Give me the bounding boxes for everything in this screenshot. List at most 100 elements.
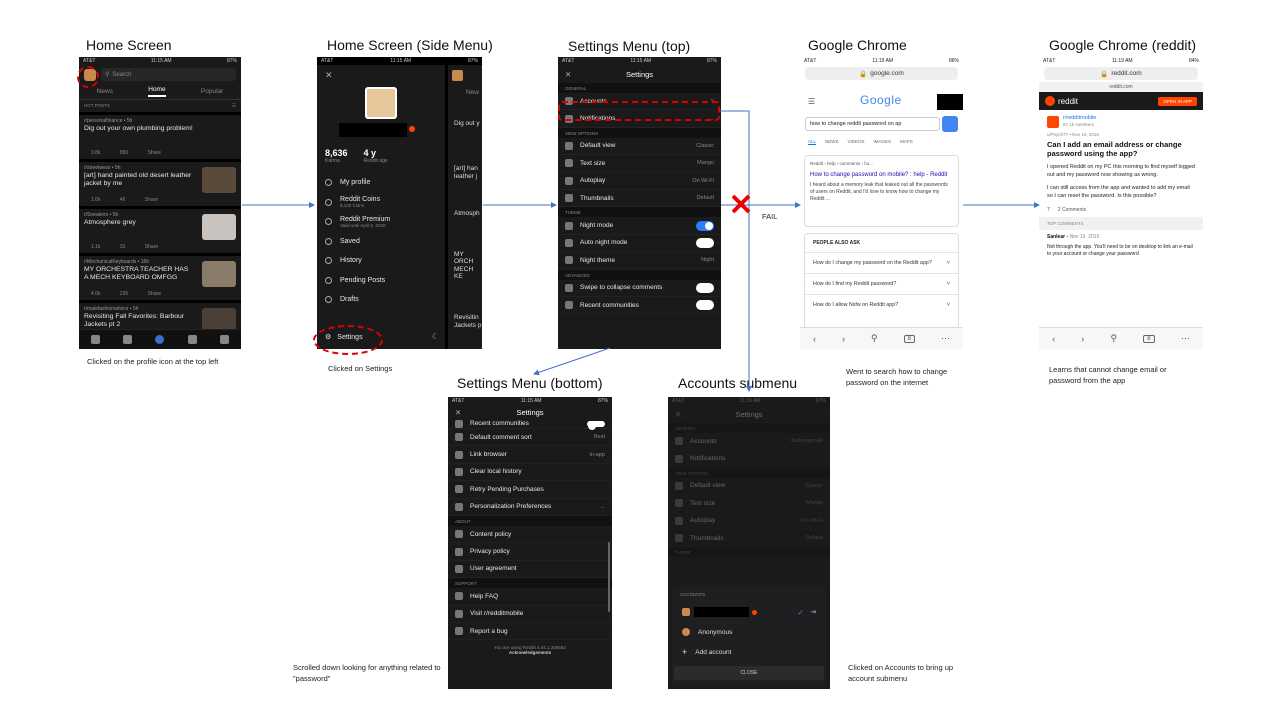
text-size-row[interactable]: Text size Mango <box>668 495 830 513</box>
recent-toggle[interactable] <box>696 300 714 311</box>
paa-question[interactable]: How do I find my Reddit password? ˅ <box>805 273 958 294</box>
comment-count[interactable]: 850 <box>120 150 128 156</box>
close-icon[interactable]: ✕ <box>455 408 461 417</box>
visit-community-row[interactable]: Visit r/redditmobile <box>448 606 612 623</box>
menu-reddit-coins[interactable]: Reddit Coins 9,100 Coins <box>317 193 445 213</box>
open-in-app-button[interactable]: OPEN IN APP <box>1158 96 1197 106</box>
feed-post[interactable]: r/streetwear • 5h [art] hand painted old … <box>79 162 241 209</box>
tab-popular[interactable]: Popular <box>201 88 223 95</box>
comment-count[interactable]: 235 <box>120 291 128 297</box>
tab-videos[interactable]: VIDEOS <box>848 139 865 145</box>
menu-reddit-premium[interactable]: Reddit Premium Valid until April 5, 2020 <box>317 212 445 232</box>
share-button[interactable]: Share <box>145 197 158 203</box>
report-bug-row[interactable]: Report a bug <box>448 623 612 641</box>
retry-purchases-row[interactable]: Retry Pending Purchases <box>448 481 612 499</box>
night-theme-row[interactable]: Night theme Night <box>558 252 721 270</box>
tab-home[interactable]: Home <box>148 86 166 97</box>
share-button[interactable]: Share <box>145 244 158 250</box>
add-account-row[interactable]: + Add account <box>672 642 826 662</box>
post-thumbnail[interactable] <box>202 214 236 240</box>
help-faq-row[interactable]: Help FAQ <box>448 588 612 606</box>
search-button-icon[interactable] <box>942 116 958 132</box>
share-button[interactable]: Share <box>148 150 161 156</box>
paa-question[interactable]: How do I change my password on the Reddi… <box>805 252 958 273</box>
notifications-row[interactable]: Notifications → <box>668 450 830 468</box>
tab-news[interactable]: News <box>97 88 113 95</box>
more-icon[interactable]: ⋯ <box>941 333 950 344</box>
commenter-name[interactable]: Sanlear <box>1047 234 1065 240</box>
post-title[interactable]: MY ORCHESTRA TEACHER HAS A MECH KEYBOARD… <box>84 266 194 282</box>
close-icon[interactable]: ✕ <box>565 70 571 79</box>
menu-drafts[interactable]: Drafts <box>317 290 445 310</box>
close-icon[interactable]: ✕ <box>675 410 681 419</box>
logout-icon[interactable]: ⇥ <box>810 608 816 616</box>
personalization-row[interactable]: Personalization Preferences → <box>448 499 612 516</box>
grid-nav-icon[interactable] <box>123 335 133 344</box>
menu-saved[interactable]: Saved <box>317 232 445 252</box>
privacy-policy-row[interactable]: Privacy policy <box>448 543 612 561</box>
community-info[interactable]: r/redditmobile 87.1k members <box>1039 110 1203 128</box>
back-icon[interactable]: ‹ <box>813 334 816 344</box>
result-title[interactable]: How to change password on mobile? : help… <box>810 171 953 179</box>
thumbnails-row[interactable]: Thumbnails Default <box>558 190 721 208</box>
autoplay-row[interactable]: Autoplay On Wi-Fi <box>558 173 721 190</box>
close-icon[interactable]: ✕ <box>325 70 333 81</box>
default-view-row[interactable]: Default view Classic <box>668 478 830 496</box>
default-view-row[interactable]: Default view Classic <box>558 138 721 156</box>
mail-nav-icon[interactable] <box>220 335 230 344</box>
current-account-row[interactable]: ✓ ⇥ <box>672 602 826 622</box>
vote-count[interactable]: 7 <box>1047 207 1050 213</box>
post-title[interactable]: Dig out your own plumbing problem! <box>84 125 194 133</box>
user-agreement-row[interactable]: User agreement <box>448 561 612 579</box>
vote-count[interactable]: 3.8k <box>91 150 100 156</box>
comment-count[interactable]: 2 Comments <box>1058 207 1086 213</box>
post-title[interactable]: [art] hand painted old desert leather ja… <box>84 172 194 188</box>
post-subreddit[interactable]: r/personalfinance • 5h <box>84 118 236 124</box>
forward-icon[interactable]: › <box>842 334 845 344</box>
home-nav-icon[interactable] <box>90 335 100 344</box>
night-mode-toggle[interactable] <box>696 220 714 231</box>
recent-toggle[interactable] <box>587 420 605 430</box>
moon-icon[interactable]: ☾ <box>432 332 439 341</box>
accounts-row[interactable]: Accounts darkyngoode <box>668 433 830 451</box>
swipe-toggle[interactable] <box>696 282 714 293</box>
post-thumbnail[interactable] <box>202 167 236 193</box>
comment-count[interactable]: 31 <box>120 244 126 250</box>
feed-post[interactable]: r/Sneakers • 5h Atmosphere grey 1.1k 31 Sh… <box>79 209 241 256</box>
address-bar[interactable]: 🔒 google.com <box>805 67 958 80</box>
tab-maps[interactable]: MAPS <box>900 139 913 145</box>
vote-count[interactable]: 1.1k <box>91 244 100 250</box>
thumbnails-row[interactable]: Thumbnails Default <box>668 530 830 548</box>
search-box[interactable]: how to change reddit password on ap <box>805 117 940 131</box>
auto-night-toggle[interactable] <box>696 237 714 248</box>
tab-news[interactable]: NEWS <box>825 139 839 145</box>
address-bar[interactable]: 🔒 reddit.com <box>1044 67 1198 80</box>
hamburger-icon[interactable]: ☰ <box>808 97 815 106</box>
chat-nav-icon[interactable] <box>187 335 197 344</box>
content-policy-row[interactable]: Content policy <box>448 526 612 544</box>
search-icon[interactable]: ⚲ <box>871 333 878 344</box>
post-title[interactable]: Atmosphere grey <box>84 219 194 227</box>
vote-count[interactable]: 1.6k <box>91 197 100 203</box>
tab-all[interactable]: ALL <box>808 139 817 145</box>
post-nav-icon[interactable] <box>155 335 165 344</box>
vote-count[interactable]: 4.0k <box>91 291 100 297</box>
search-input[interactable]: ⚲ Search <box>101 68 236 81</box>
acknowledgements-link[interactable]: Acknowledgements <box>448 650 612 655</box>
close-button[interactable]: CLOSE <box>674 666 824 680</box>
menu-my-profile[interactable]: My profile <box>317 173 445 193</box>
paa-question[interactable]: How do I allow Nsfw on Reddit app? ˅ <box>805 294 958 315</box>
feed-post[interactable]: r/personalfinance • 5h Dig out your own p… <box>79 115 241 162</box>
search-result-card[interactable]: Reddit › help › comments › ho... How to … <box>804 155 959 227</box>
scrollbar[interactable] <box>608 542 610 612</box>
post-thumbnail[interactable] <box>202 261 236 287</box>
comment-sort-row[interactable]: Default comment sort Best <box>448 429 612 447</box>
feed-post[interactable]: r/MechanicalKeyboards • 16h MY ORCHESTRA … <box>79 256 241 303</box>
tabs-icon[interactable]: 8 <box>903 334 915 343</box>
search-icon[interactable]: ⚲ <box>1111 333 1118 344</box>
share-button[interactable]: Share <box>148 291 161 297</box>
clear-history-row[interactable]: Clear local history <box>448 464 612 482</box>
menu-icon[interactable]: ☰ <box>232 103 236 109</box>
menu-history[interactable]: History <box>317 251 445 271</box>
sort-label[interactable]: HOT POSTS <box>84 103 110 109</box>
